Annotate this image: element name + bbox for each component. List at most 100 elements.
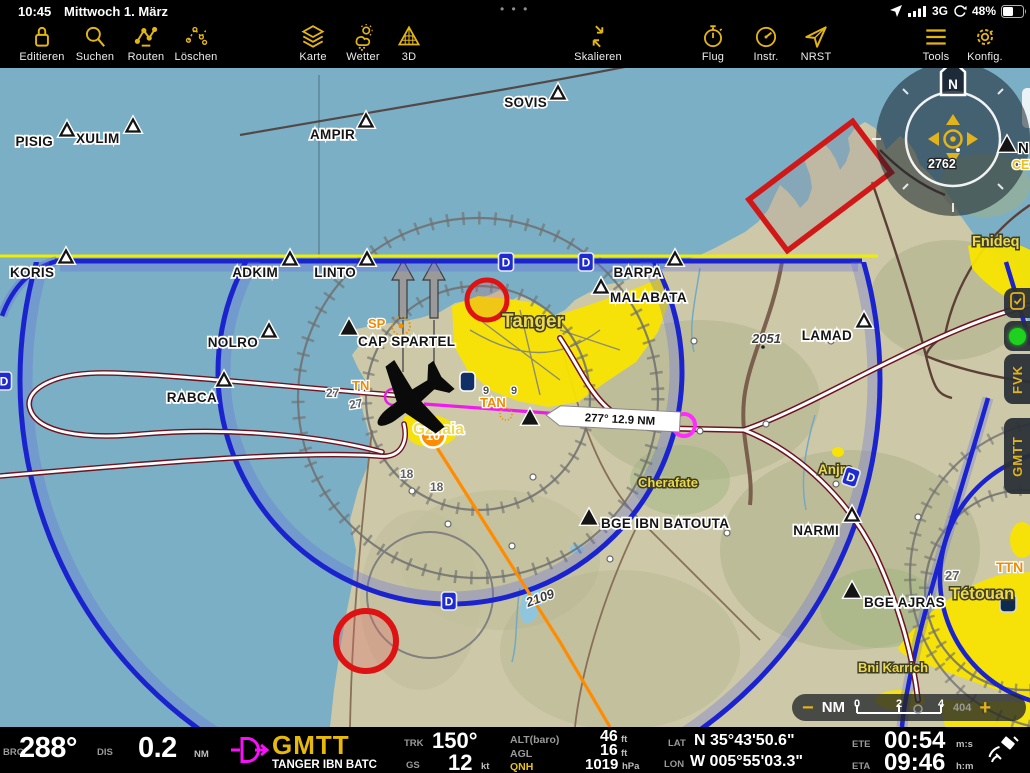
- lat-label: LAT: [668, 738, 686, 749]
- map-underlay-text: 404: [953, 702, 971, 714]
- spot-elevation-dot: [530, 474, 536, 480]
- toolbar-editieren-button[interactable]: Editieren: [13, 23, 71, 63]
- toolbar-label: Löschen: [175, 51, 218, 63]
- brg-value: 288°: [19, 732, 77, 765]
- rotation-lock-icon: [953, 4, 967, 18]
- fix-label: SOVIS: [504, 95, 547, 110]
- toolbar-label: Instr.: [753, 51, 778, 63]
- toolbar-label: NRST: [801, 51, 832, 63]
- waypoint-tab-gmtt[interactable]: GMTT: [1004, 418, 1030, 494]
- network-type: 3G: [932, 4, 948, 18]
- waypoint-tab-fvk[interactable]: FVK: [1004, 354, 1030, 404]
- weather-icon: [349, 23, 377, 51]
- lock-icon: [29, 23, 55, 51]
- fix-label: LINTO: [314, 265, 356, 280]
- record-dot: [1009, 328, 1026, 345]
- toolbar-3d-button[interactable]: 3D: [380, 23, 438, 63]
- scale-unit: NM: [822, 699, 845, 716]
- toolbar-flug-button[interactable]: Flug: [684, 23, 742, 63]
- spot-elevation-dot: [833, 481, 839, 487]
- alt-label: ALT(baro): [510, 734, 559, 746]
- checklist-tab[interactable]: [1004, 288, 1030, 318]
- map-text: 27: [348, 396, 364, 412]
- battery-icon: [1001, 5, 1027, 18]
- battery-percent: 48%: [972, 4, 996, 18]
- spot-elevation-dot: [763, 421, 769, 427]
- qnh-label: QNH: [510, 761, 533, 773]
- qnh-unit: hPa: [622, 761, 639, 772]
- map-text: TN: [352, 378, 369, 393]
- app-window: 10:45 Mittwoch 1. März • • • 3G 48% Edit…: [0, 0, 1030, 773]
- svg-text:D: D: [0, 375, 9, 389]
- zoom-in-button[interactable]: +: [979, 698, 991, 718]
- route-icon: [133, 23, 159, 51]
- danger-area-marker: D: [579, 253, 594, 271]
- gps-status-icon: [988, 735, 1020, 770]
- toolbar-label: Skalieren: [574, 51, 622, 63]
- map-text: 2051: [751, 331, 781, 346]
- map-text: CE: [1012, 158, 1029, 172]
- layers-icon: [299, 23, 327, 51]
- active-waypoint-name: TANGER IBN BATC: [272, 759, 377, 771]
- terrain-3d-icon: [395, 23, 423, 51]
- map-text: TTN: [996, 559, 1023, 575]
- map-text: N: [1018, 140, 1029, 157]
- toolbar-label: Routen: [128, 51, 165, 63]
- spot-elevation-dot: [691, 338, 697, 344]
- record-tab[interactable]: [1004, 321, 1030, 351]
- dis-value: 0.2: [138, 732, 177, 765]
- active-waypoint-id[interactable]: GMTT: [272, 730, 350, 761]
- menu-icon: [923, 23, 949, 51]
- search-icon: [82, 23, 108, 51]
- fix-label: BGE IBN BATOUTA: [601, 516, 729, 531]
- checklist-icon: [1009, 291, 1026, 316]
- fix-label: LAMAD: [802, 328, 852, 343]
- map-text: SP: [368, 316, 386, 331]
- spot-elevation-dot: [915, 514, 921, 520]
- city-label: Bni Karrich: [858, 660, 928, 675]
- zoom-out-button[interactable]: −: [802, 698, 814, 718]
- toolbar-label: Flug: [702, 51, 724, 63]
- alt-unit: ft: [621, 734, 627, 745]
- fix-label: MALABATA: [610, 290, 687, 305]
- fix-label: AMPIR: [310, 127, 355, 142]
- trk-label: TRK: [404, 738, 424, 749]
- city-label: Tétouan: [950, 585, 1014, 603]
- status-bar: 10:45 Mittwoch 1. März • • • 3G 48%: [0, 0, 1030, 22]
- fix-label: CAP SPARTEL: [358, 334, 455, 349]
- danger-area-marker: D: [499, 253, 514, 271]
- map-text: 9: [511, 385, 517, 397]
- city-label: Tanger: [502, 311, 565, 332]
- danger-area-marker: D: [0, 372, 12, 390]
- svg-text:D: D: [582, 256, 591, 270]
- eta-value: 09:46: [884, 749, 945, 773]
- waypoint-symbol-icon: [230, 735, 270, 770]
- toolbar-konfig-button[interactable]: Konfig.: [956, 23, 1014, 63]
- svg-text:D: D: [445, 595, 454, 609]
- moving-map[interactable]: 10 277° 12.9 NM: [0, 68, 1030, 727]
- toolbar-nrst-button[interactable]: NRST: [787, 23, 845, 63]
- svg-text:2: 2: [896, 698, 902, 710]
- map-text: 27: [326, 386, 340, 400]
- stopwatch-icon: [700, 23, 726, 51]
- toolbar-suchen-button[interactable]: Suchen: [66, 23, 124, 63]
- flight-data-bar: BRG 288° DIS 0.2 NM GMTT TANGER IBN BATC…: [0, 727, 1030, 773]
- spot-elevation-dot: [607, 556, 613, 562]
- eta-unit: h:m: [956, 761, 973, 772]
- toolbar-loeschen-button[interactable]: Löschen: [167, 23, 225, 63]
- fix-label: BARPA: [614, 265, 663, 280]
- home-indicator-dots: • • •: [500, 2, 529, 16]
- map-text: 9: [483, 385, 489, 397]
- city-label: Cherafate: [638, 475, 698, 490]
- spot-elevation-dot: [445, 521, 451, 527]
- map-text: 27: [945, 568, 959, 583]
- spot-elevation-dot: [697, 428, 703, 434]
- svg-text:D: D: [502, 256, 511, 270]
- tab-label: GMTT: [1010, 436, 1025, 477]
- toolbar-skalieren-button[interactable]: Skalieren: [569, 23, 627, 63]
- fix-label: KORIS: [10, 265, 54, 280]
- qnh-value: 1019: [585, 756, 618, 773]
- fix-label: XULIM: [76, 131, 120, 146]
- fix-label: BGE AJRAS: [864, 595, 945, 610]
- location-arrow-icon: [889, 4, 903, 18]
